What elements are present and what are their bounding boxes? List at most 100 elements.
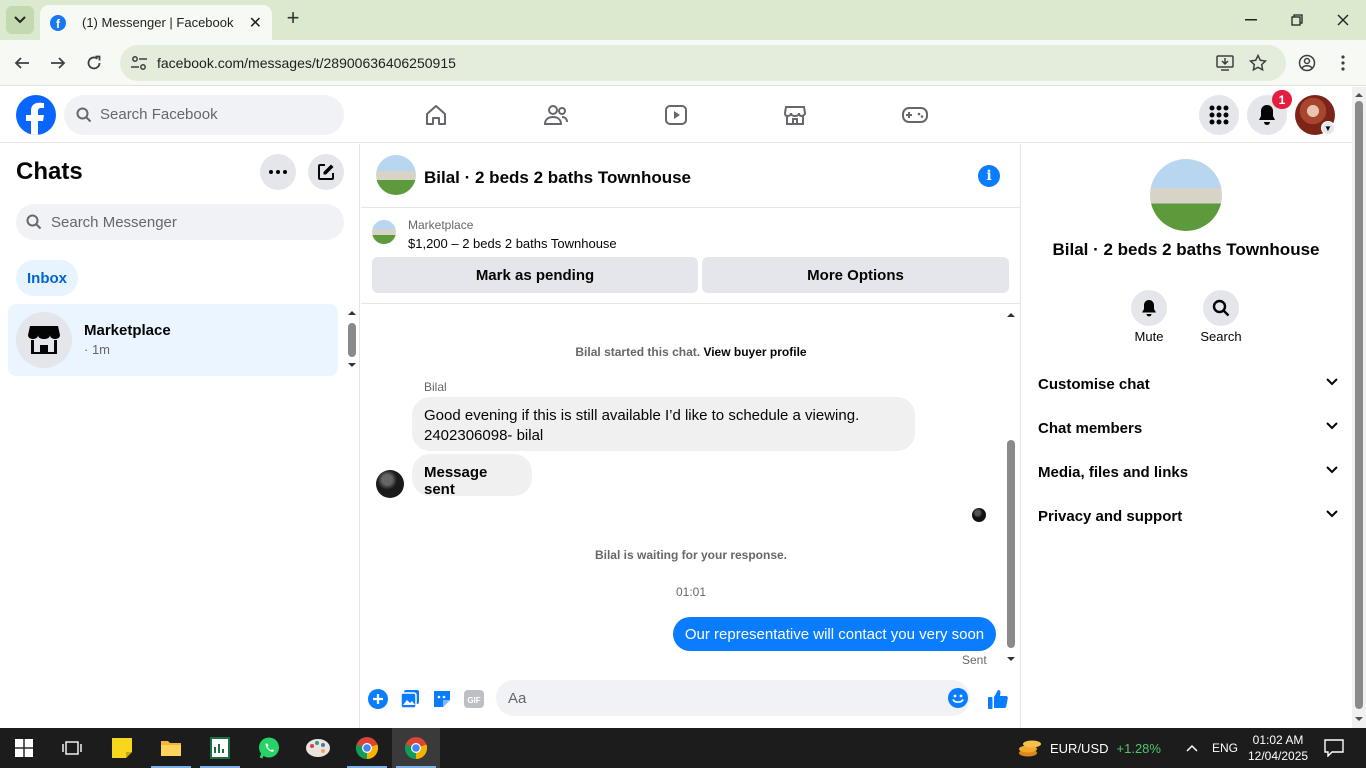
nav-home[interactable] (422, 101, 450, 129)
listing-thumbnail[interactable] (372, 220, 396, 244)
messenger-search-placeholder: Search Messenger (51, 214, 177, 231)
chrome-icon (404, 737, 428, 760)
mark-as-pending-button[interactable]: Mark as pending (372, 257, 698, 293)
nav-gaming[interactable] (901, 101, 929, 129)
taskbar-clock[interactable]: 01:02 AM 12/04/2025 (1248, 732, 1308, 764)
chats-scrollbar[interactable] (346, 308, 358, 370)
mute-button[interactable] (1131, 290, 1167, 326)
currency-ticker-widget[interactable]: EUR/USD +1.28% (1018, 738, 1161, 758)
marketplace-avatar (16, 312, 72, 368)
messenger-search-input[interactable]: Search Messenger (16, 204, 344, 240)
sent-status: Sent (962, 653, 987, 667)
facebook-search-input[interactable]: Search Facebook (64, 95, 344, 135)
inbox-filter-tab[interactable]: Inbox (16, 260, 78, 296)
sticker-button[interactable] (431, 688, 453, 710)
install-icon (1216, 55, 1234, 71)
more-horizontal-icon (269, 170, 287, 174)
details-avatar[interactable] (1150, 159, 1222, 231)
marketplace-label: Marketplace (408, 218, 474, 232)
more-options-button[interactable]: More Options (702, 257, 1009, 293)
nav-marketplace[interactable] (781, 101, 809, 129)
back-button[interactable] (9, 50, 35, 76)
language-indicator[interactable]: ENG (1212, 741, 1238, 755)
taskbar-chrome-profile[interactable] (392, 728, 440, 768)
chat-list-item[interactable]: Marketplace · 1m (8, 304, 338, 376)
section-customise-chat[interactable]: Customise chat (1038, 376, 1338, 400)
message-list: Bilal started this chat. View buyer prof… (361, 305, 1021, 667)
arrow-right-icon (51, 57, 66, 69)
section-media-files-links[interactable]: Media, files and links (1038, 464, 1338, 488)
search-label: Search (1200, 329, 1242, 344)
restore-button[interactable] (1285, 8, 1309, 32)
site-settings-icon[interactable] (130, 54, 148, 77)
view-buyer-profile-link[interactable]: View buyer profile (703, 345, 806, 359)
message-input[interactable]: Aa (496, 680, 970, 716)
reload-button[interactable] (81, 50, 107, 76)
reload-icon (87, 55, 101, 70)
section-privacy-support[interactable]: Privacy and support (1038, 508, 1338, 532)
tab-search-button[interactable] (6, 6, 34, 34)
chat-bubble-icon (1324, 739, 1344, 757)
new-tab-button[interactable]: + (282, 7, 304, 30)
facebook-logo-icon[interactable] (16, 95, 56, 135)
search-in-conversation-button[interactable] (1203, 290, 1239, 326)
message-timestamp: 01:01 (675, 585, 707, 599)
like-button[interactable] (987, 688, 1009, 710)
profile-button[interactable] (1294, 50, 1320, 76)
arrow-left-icon (14, 57, 29, 69)
section-chat-members[interactable]: Chat members (1038, 420, 1338, 444)
browser-tab[interactable]: f (1) Messenger | Facebook ✕ (40, 5, 272, 40)
taskbar-whatsapp[interactable] (245, 728, 293, 768)
tab-close-icon[interactable]: ✕ (249, 13, 262, 33)
section-label: Customise chat (1038, 376, 1150, 393)
incoming-message-bubble[interactable]: Good evening if this is still available … (412, 397, 915, 451)
taskbar-chrome[interactable] (343, 728, 391, 768)
listing-title[interactable]: $1,200 – 2 beds 2 baths Townhouse (408, 236, 617, 251)
chevron-down-icon (1326, 466, 1338, 474)
sender-avatar[interactable] (376, 470, 404, 498)
emoji-icon[interactable] (948, 688, 968, 708)
message-sent-bubble[interactable]: Message sent (412, 454, 532, 498)
minimize-button[interactable] (1239, 8, 1263, 32)
notification-center-button[interactable] (1310, 728, 1358, 768)
taskbar-spreadsheet-app[interactable] (196, 728, 244, 768)
forward-button[interactable] (45, 50, 71, 76)
gif-button[interactable]: GIF (463, 688, 485, 710)
taskbar-file-explorer[interactable] (147, 728, 195, 768)
ticker-symbol: EUR/USD (1050, 740, 1109, 756)
friends-icon (543, 105, 568, 125)
conversation-panel: Bilal · 2 beds 2 baths Townhouse i Marke… (361, 144, 1021, 728)
outgoing-message-bubble[interactable]: Our representative will contact you very… (673, 617, 996, 651)
ticker-change: +1.28% (1116, 740, 1161, 756)
address-bar[interactable]: facebook.com/messages/t/2890063640625091… (120, 45, 1286, 81)
conversation-avatar[interactable] (376, 155, 416, 195)
chevron-up-icon[interactable] (1186, 744, 1198, 752)
mute-label: Mute (1134, 329, 1164, 344)
nav-video[interactable] (662, 101, 690, 129)
nav-friends[interactable] (542, 101, 570, 129)
menu-button[interactable] (1199, 95, 1239, 135)
compose-icon (318, 164, 334, 180)
taskbar-paint-app[interactable] (294, 728, 342, 768)
search-icon (26, 214, 42, 230)
page-scrollbar[interactable] (1352, 87, 1366, 728)
restore-icon (1291, 14, 1303, 26)
conversation-title[interactable]: Bilal · 2 beds 2 baths Townhouse (424, 168, 691, 188)
messages-scrollbar[interactable] (1005, 310, 1017, 666)
info-icon[interactable]: i (978, 165, 1000, 187)
start-button[interactable] (0, 728, 48, 768)
task-view-button[interactable] (48, 728, 96, 768)
more-actions-button[interactable] (367, 688, 389, 710)
attach-photo-button[interactable] (399, 688, 421, 710)
bookmark-button[interactable] (1245, 50, 1271, 76)
close-window-button[interactable] (1331, 8, 1355, 32)
install-app-button[interactable] (1212, 50, 1238, 76)
windows-logo-icon (15, 739, 33, 757)
chats-options-button[interactable] (260, 154, 296, 190)
new-message-button[interactable] (308, 154, 344, 190)
chevron-down-icon[interactable]: ▼ (1321, 121, 1335, 135)
sticker-icon (434, 691, 450, 707)
message-input-placeholder: Aa (508, 690, 527, 707)
taskbar-sticky-notes[interactable] (98, 728, 146, 768)
browser-menu-button[interactable] (1330, 50, 1356, 76)
